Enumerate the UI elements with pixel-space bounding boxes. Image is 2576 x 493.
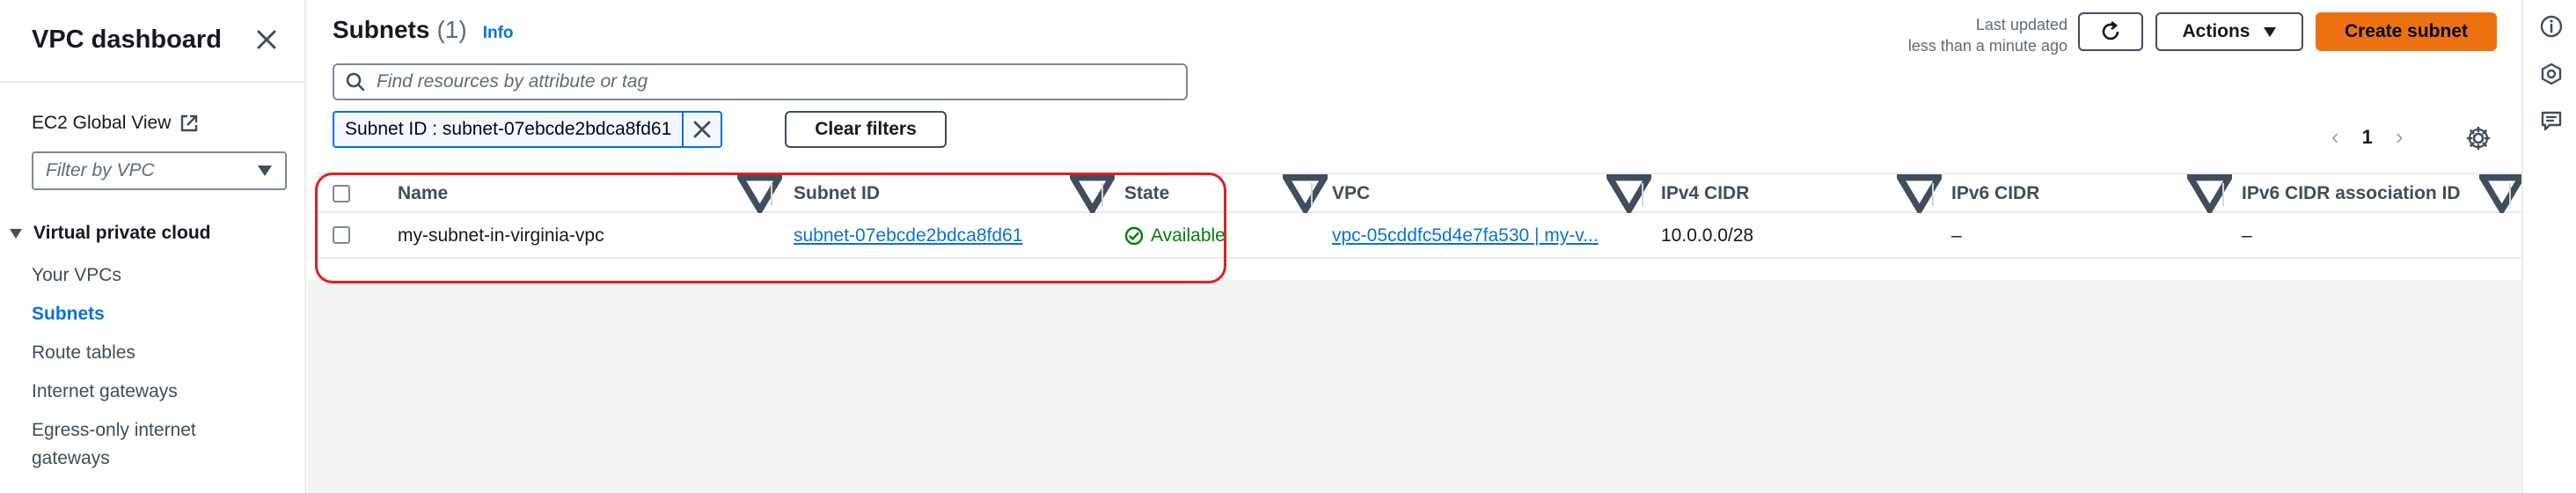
chevron-right-icon[interactable]: › [2396,123,2404,151]
table-header: Name Subnet ID State VPC IPv4 CIDR IPv6 … [317,173,2525,213]
sidebar-item-subnets[interactable]: Subnets [32,301,105,327]
last-updated: Last updated less than a minute ago [1883,14,2067,56]
subnet-id-link[interactable]: subnet-07ebcde2bdca8fd61 [794,225,1022,246]
column-resizer[interactable] [1932,183,1934,206]
info-icon[interactable] [2539,14,2564,39]
ec2-global-view-link[interactable]: EC2 Global View [32,113,199,134]
sort-icon[interactable] [1897,174,1943,213]
sidebar-item-egress-only-internet-gateways[interactable]: Egress-only internet [32,417,196,444]
feedback-icon[interactable] [2539,109,2564,134]
subnets-table-panel: Subnets (1) Info Last updated less than … [308,0,2525,283]
clear-filters-button[interactable]: Clear filters [785,111,947,148]
column-resizer[interactable] [1642,183,1643,206]
cell-ipv4-cidr: 10.0.0.0/28 [1661,225,1754,246]
status-available-icon [1124,226,1144,246]
caret-down-icon [258,166,272,176]
column-resizer[interactable] [2509,183,2511,206]
pagination: ‹ 1 › [2331,123,2404,151]
page-title: Subnets (1) Info [333,16,514,44]
column-header-state[interactable]: State [1124,174,1169,213]
chevron-left-icon[interactable]: ‹ [2331,123,2339,151]
side-navigation: VPC dashboard EC2 Global View Filter by … [0,0,306,493]
row-select-checkbox[interactable] [333,226,350,244]
vpc-filter-placeholder: Filter by VPC [46,160,155,180]
close-icon[interactable] [253,26,280,53]
caret-down-icon [10,229,22,239]
vpc-link[interactable]: vpc-05cddfc5d4e7fa530 | my-v... [1332,225,1599,246]
filter-token[interactable]: Subnet ID : subnet-07ebcde2bdca8fd61 [333,111,723,148]
main-content: Subnets (1) Info Last updated less than … [308,0,2525,493]
cell-ipv6-cidr: – [1951,225,1962,246]
table-row[interactable]: my-subnet-in-virginia-vpc subnet-07ebcde… [317,215,2521,259]
info-link[interactable]: Info [483,24,514,43]
last-updated-value: less than a minute ago [1907,37,2067,55]
sort-icon[interactable] [2479,174,2525,213]
search-icon [346,72,365,92]
tools-rail [2521,0,2576,493]
page-title-text: Subnets [333,16,430,43]
column-header-vpc[interactable]: VPC [1332,174,1370,213]
column-resizer[interactable] [1101,183,1103,206]
dismiss-icon [693,121,711,138]
tools-icon[interactable] [2539,62,2564,86]
column-header-label: IPv6 CIDR [1951,183,2040,203]
sort-icon[interactable] [1283,174,1328,213]
sidebar-item-egress-only-internet-gateways-cont[interactable]: gateways [32,445,110,472]
column-header-label: Name [398,183,449,203]
sidebar-title[interactable]: VPC dashboard [32,26,222,55]
caret-down-icon [2263,27,2276,37]
external-link-icon [181,114,198,132]
actions-label: Actions [2182,21,2250,41]
column-header-label: IPv4 CIDR [1661,183,1750,203]
column-header-name[interactable]: Name [398,174,448,213]
state-label: Available [1151,225,1226,246]
column-resizer[interactable] [1311,183,1313,206]
column-header-label: VPC [1332,183,1371,203]
sidebar-item-route-tables[interactable]: Route tables [32,340,135,366]
current-page[interactable]: 1 [2362,126,2373,149]
column-resizer[interactable] [2222,183,2224,206]
item-count: (1) [436,16,467,43]
refresh-button[interactable] [2078,12,2143,51]
sort-icon[interactable] [2187,174,2233,213]
cell-name: my-subnet-in-virginia-vpc [398,225,604,246]
refresh-icon [2102,20,2119,40]
last-updated-label: Last updated [1975,16,2067,33]
cell-ipv6-cidr-association-id: – [2242,225,2252,246]
column-header-subnet-id[interactable]: Subnet ID [794,174,880,213]
sidebar-item-your-vpcs[interactable]: Your VPCs [32,262,121,289]
column-resizer[interactable] [771,183,772,206]
sort-icon[interactable] [1606,174,1652,213]
cell-state: Available [1124,215,1300,257]
column-header-ipv4-cidr[interactable]: IPv4 CIDR [1661,174,1749,213]
filter-token-dismiss-button[interactable] [682,113,721,146]
section-virtual-private-cloud[interactable]: Virtual private cloud [9,223,211,244]
filter-token-text: Subnet ID : subnet-07ebcde2bdca8fd61 [345,119,672,139]
column-header-label: State [1124,183,1170,203]
section-title: Virtual private cloud [33,223,211,243]
column-header-label: IPv6 CIDR association ID [2242,183,2461,203]
column-header-ipv6-cidr-association-id[interactable]: IPv6 CIDR association ID [2242,174,2461,213]
ec2-global-view-label: EC2 Global View [32,113,172,133]
column-header-label: Subnet ID [794,183,880,203]
actions-dropdown-button[interactable]: Actions [2155,12,2303,51]
search-input[interactable]: Find resources by attribute or tag [333,63,1188,100]
create-subnet-button[interactable]: Create subnet [2316,12,2497,51]
sort-icon[interactable] [1070,174,1116,213]
search-placeholder: Find resources by attribute or tag [377,71,648,92]
sidebar-divider [0,81,306,83]
sidebar-item-internet-gateways[interactable]: Internet gateways [32,379,178,405]
gear-icon[interactable] [2465,125,2492,151]
select-all-checkbox[interactable] [333,185,350,202]
sort-icon[interactable] [737,174,783,213]
vpc-filter-select[interactable]: Filter by VPC [32,151,287,190]
column-header-ipv6-cidr[interactable]: IPv6 CIDR [1951,174,2039,213]
cell-vpc: vpc-05cddfc5d4e7fa530 | my-v... [1332,215,1631,257]
cell-subnet-id: subnet-07ebcde2bdca8fd61 [794,215,1093,257]
